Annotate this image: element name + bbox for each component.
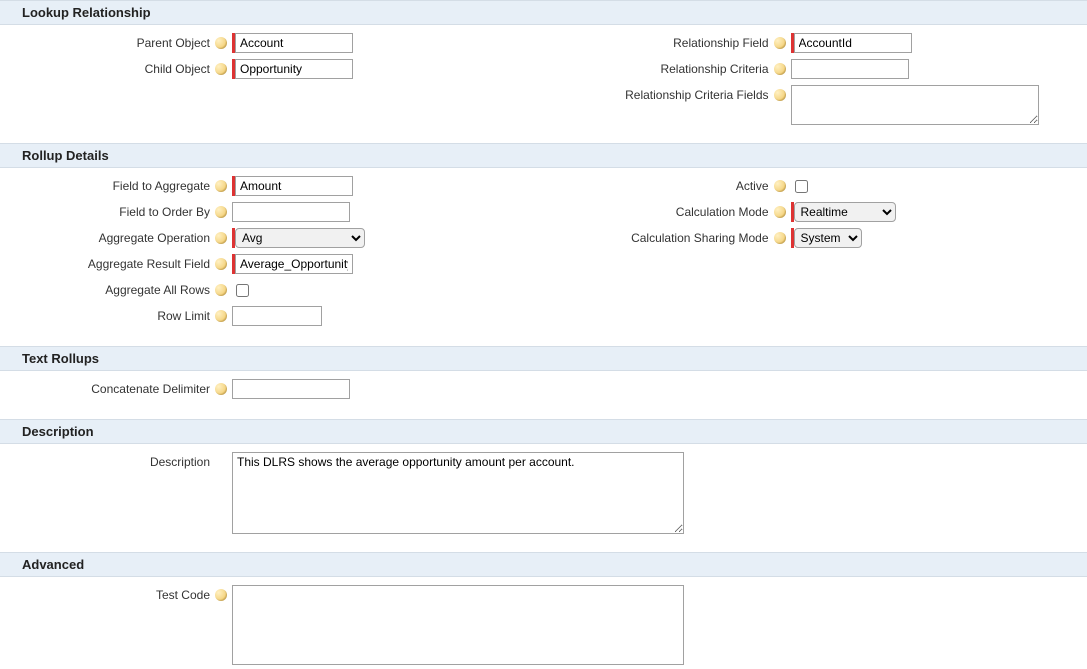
relationship-criteria-fields-textarea[interactable] — [791, 85, 1039, 125]
aggregate-operation-select[interactable]: Avg — [235, 228, 365, 248]
label-active: Active — [544, 176, 773, 193]
label-description: Description — [0, 452, 214, 469]
label-calculation-mode: Calculation Mode — [544, 202, 773, 219]
aggregate-result-field-input[interactable] — [235, 254, 353, 274]
label-row-limit: Row Limit — [0, 306, 214, 323]
section-lookup-header: Lookup Relationship — [0, 0, 1087, 25]
help-icon[interactable] — [214, 283, 228, 297]
help-icon[interactable] — [773, 179, 787, 193]
description-textarea[interactable]: This DLRS shows the average opportunity … — [232, 452, 684, 534]
child-object-input[interactable] — [235, 59, 353, 79]
label-concatenate-delimiter: Concatenate Delimiter — [0, 379, 214, 396]
label-child-object: Child Object — [0, 59, 214, 76]
label-relationship-criteria-fields: Relationship Criteria Fields — [544, 85, 773, 102]
aggregate-all-rows-checkbox[interactable] — [236, 284, 249, 297]
help-icon[interactable] — [214, 205, 228, 219]
concatenate-delimiter-input[interactable] — [232, 379, 350, 399]
help-icon[interactable] — [773, 62, 787, 76]
help-icon[interactable] — [773, 205, 787, 219]
help-icon[interactable] — [214, 179, 228, 193]
label-test-code: Test Code — [0, 585, 214, 602]
label-field-to-aggregate: Field to Aggregate — [0, 176, 214, 193]
label-relationship-criteria: Relationship Criteria — [544, 59, 773, 76]
parent-object-input[interactable] — [235, 33, 353, 53]
help-icon[interactable] — [214, 382, 228, 396]
row-limit-input[interactable] — [232, 306, 322, 326]
help-icon[interactable] — [773, 231, 787, 245]
section-advanced-header: Advanced — [0, 552, 1087, 577]
section-description-header: Description — [0, 419, 1087, 444]
relationship-criteria-input[interactable] — [791, 59, 909, 79]
label-aggregate-all-rows: Aggregate All Rows — [0, 280, 214, 297]
label-calculation-sharing-mode: Calculation Sharing Mode — [544, 228, 773, 245]
section-rollup-header: Rollup Details — [0, 143, 1087, 168]
help-icon[interactable] — [773, 36, 787, 50]
help-icon[interactable] — [214, 231, 228, 245]
help-icon[interactable] — [214, 257, 228, 271]
calculation-mode-select[interactable]: Realtime — [794, 202, 896, 222]
label-aggregate-result-field: Aggregate Result Field — [0, 254, 214, 271]
help-icon[interactable] — [214, 588, 228, 602]
field-to-order-by-input[interactable] — [232, 202, 350, 222]
calculation-sharing-mode-select[interactable]: System — [794, 228, 862, 248]
active-checkbox[interactable] — [795, 180, 808, 193]
label-parent-object: Parent Object — [0, 33, 214, 50]
help-icon[interactable] — [773, 88, 787, 102]
test-code-textarea[interactable] — [232, 585, 684, 665]
relationship-field-input[interactable] — [794, 33, 912, 53]
section-text-header: Text Rollups — [0, 346, 1087, 371]
field-to-aggregate-input[interactable] — [235, 176, 353, 196]
help-icon[interactable] — [214, 309, 228, 323]
label-field-to-order-by: Field to Order By — [0, 202, 214, 219]
label-aggregate-operation: Aggregate Operation — [0, 228, 214, 245]
help-icon[interactable] — [214, 62, 228, 76]
label-relationship-field: Relationship Field — [544, 33, 773, 50]
help-icon[interactable] — [214, 36, 228, 50]
